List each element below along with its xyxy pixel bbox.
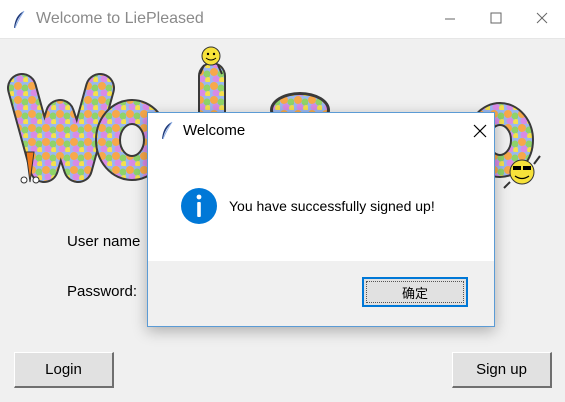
password-label: Password: [67, 283, 138, 300]
window-titlebar: Welcome to LiePleased [0, 0, 565, 39]
login-button[interactable]: Login [14, 352, 114, 388]
close-icon [536, 12, 548, 24]
info-icon [180, 187, 218, 230]
feather-icon [12, 10, 26, 35]
username-label: User name [67, 233, 141, 250]
dialog-close-button[interactable] [456, 113, 494, 149]
ok-button[interactable]: 确定 [362, 277, 468, 307]
window-title: Welcome to LiePleased [36, 10, 204, 27]
maximize-button[interactable] [473, 0, 519, 38]
signup-button[interactable]: Sign up [452, 352, 552, 388]
feather-icon [160, 121, 174, 146]
dialog-title: Welcome [183, 122, 246, 139]
dialog-footer: 确定 [148, 261, 494, 326]
message-dialog: Welcome You have successfully signed up!… [147, 112, 495, 327]
minimize-button[interactable] [427, 0, 473, 38]
minimize-icon [445, 18, 455, 20]
maximize-icon [490, 12, 502, 24]
dialog-titlebar: Welcome [148, 113, 494, 149]
ok-button-label: 确定 [401, 286, 428, 302]
close-icon [473, 124, 487, 138]
dialog-body: You have successfully signed up! [148, 149, 494, 261]
close-button[interactable] [519, 0, 565, 38]
dialog-message: You have successfully signed up! [229, 198, 435, 214]
